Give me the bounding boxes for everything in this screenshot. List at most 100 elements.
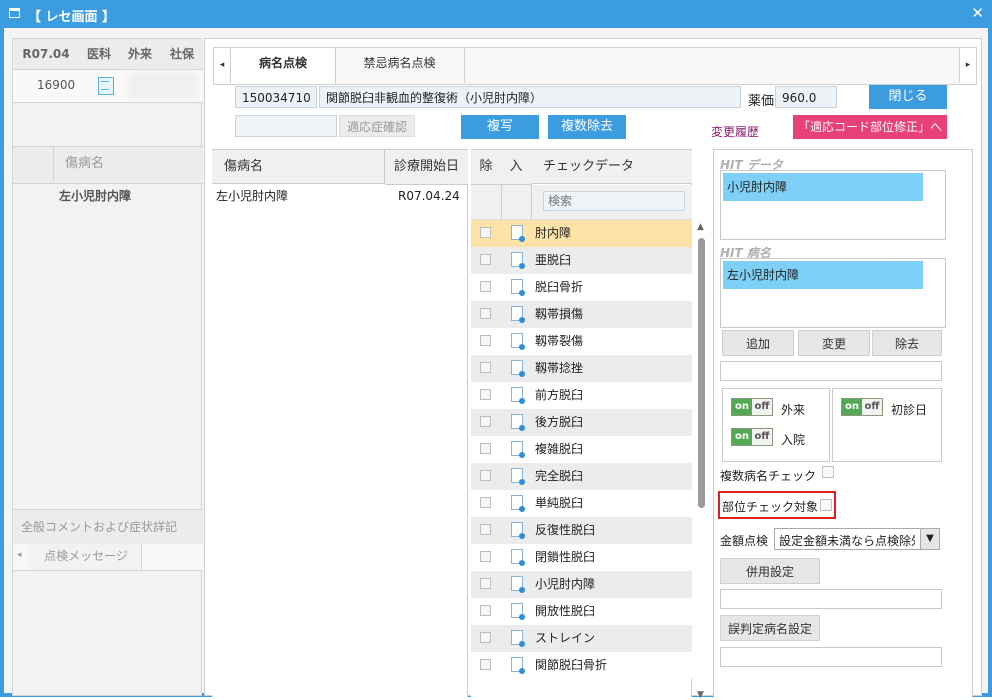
change-history-link[interactable]: 変更履歴 [711,123,759,140]
file-add-icon[interactable] [511,306,525,323]
comment-section[interactable]: 全般コメントおよび症状詳記 [13,509,203,545]
check-row[interactable]: 完全脱臼 [471,463,692,490]
hit-data-item[interactable]: 小児肘内障 [723,173,923,201]
outpatient-toggle[interactable]: on off [731,398,773,416]
file-add-icon[interactable] [511,630,525,647]
check-row[interactable]: 靱帯損傷 [471,301,692,328]
exclude-checkbox[interactable] [480,362,491,373]
file-add-icon[interactable] [511,360,525,377]
close-button[interactable]: 閉じる [869,85,947,109]
check-row[interactable]: 複雑脱臼 [471,436,692,463]
scroll-thumb[interactable] [698,238,705,508]
side-input-3[interactable] [720,647,942,667]
check-row[interactable]: 脱臼骨折 [471,274,692,301]
tab-right-arrow-icon[interactable]: ▸ [959,48,976,83]
tab-left-arrow-icon[interactable]: ◂ [17,550,22,560]
code-field[interactable]: 150034710 [235,86,317,108]
file-add-icon[interactable] [511,387,525,404]
file-add-icon[interactable] [511,225,525,242]
disease-row-name[interactable]: 左小児肘内障 [216,186,386,206]
file-add-icon[interactable] [511,657,525,674]
site-check-checkbox[interactable] [820,499,832,511]
check-row[interactable]: 靱帯捻挫 [471,355,692,382]
chevron-down-icon[interactable]: ▼ [920,529,939,549]
file-add-icon[interactable] [511,549,525,566]
check-row-label: 肘内障 [535,226,572,240]
misjudge-setting-button[interactable]: 誤判定病名設定 [720,615,820,641]
inpatient-toggle[interactable]: on off [731,428,773,446]
remove-button[interactable]: 除去 [872,330,942,356]
file-add-icon[interactable] [511,495,525,512]
file-add-icon[interactable] [511,279,525,296]
first-visit-toggle[interactable]: on off [841,398,883,416]
check-row[interactable]: 亜脱臼 [471,247,692,274]
check-row[interactable]: 閉鎖性脱臼 [471,544,692,571]
tab-message[interactable]: 点検メッセージ [31,544,142,570]
exclude-checkbox[interactable] [480,281,491,292]
tab-contraindication-check[interactable]: 禁忌病名点検 [335,48,465,83]
disease-row-date[interactable]: R07.04.24 [398,186,464,206]
hit-disease-item[interactable]: 左小児肘内障 [723,261,923,289]
exclude-checkbox[interactable] [480,551,491,562]
document-icon[interactable] [98,77,114,95]
exclude-checkbox[interactable] [480,497,491,508]
file-add-icon[interactable] [511,576,525,593]
check-row[interactable]: 開放性脱臼 [471,598,692,625]
start-date-header[interactable]: 診療開始日 [385,150,468,185]
check-row[interactable]: 前方脱臼 [471,382,692,409]
exclude-checkbox[interactable] [480,632,491,643]
close-icon[interactable]: ✕ [971,4,984,22]
check-row[interactable]: 後方脱臼 [471,409,692,436]
exclude-checkbox[interactable] [480,578,491,589]
check-row[interactable]: 肘内障 [471,220,692,247]
check-row[interactable]: 反復性脱臼 [471,517,692,544]
tab-disease-check[interactable]: 病名点検 [231,48,336,84]
combined-setting-button[interactable]: 併用設定 [720,558,820,584]
scroll-up-icon[interactable]: ▲ [697,222,704,232]
price-field[interactable]: 960.0 [775,86,837,108]
side-input-1[interactable] [720,361,942,381]
file-add-icon[interactable] [511,333,525,350]
check-row[interactable]: ストレイン [471,625,692,652]
add-button[interactable]: 追加 [722,330,794,356]
multi-disease-checkbox[interactable] [822,466,834,478]
scroll-down-icon[interactable]: ▼ [697,690,704,700]
multi-remove-button[interactable]: 複数除去 [548,115,626,139]
file-add-icon[interactable] [511,441,525,458]
indication-input[interactable] [235,115,337,137]
fix-code-button[interactable]: 「適応コード部位修正」へ [793,115,947,139]
left-disease-item[interactable]: 左小児肘内障 [59,187,131,204]
copy-button[interactable]: 複写 [461,115,539,139]
check-row-label: 靱帯損傷 [535,307,584,321]
check-row[interactable]: 小児肘内障 [471,571,692,598]
exclude-checkbox[interactable] [480,254,491,265]
file-add-icon[interactable] [511,522,525,539]
exclude-checkbox[interactable] [480,335,491,346]
check-row[interactable]: 単純脱臼 [471,490,692,517]
file-add-icon[interactable] [511,603,525,620]
scrollbar[interactable]: ▲ ▼ [695,222,707,700]
file-add-icon[interactable] [511,468,525,485]
check-row[interactable]: 靱帯裂傷 [471,328,692,355]
amount-check-select[interactable]: 設定金額未満なら点検除外 ▼ [774,528,940,550]
check-row[interactable]: 関節脱臼骨折 [471,652,692,679]
exclude-checkbox[interactable] [480,416,491,427]
indication-check-button[interactable]: 適応症確認 [339,115,415,137]
change-button[interactable]: 変更 [798,330,870,356]
exclude-checkbox[interactable] [480,227,491,238]
exclude-checkbox[interactable] [480,443,491,454]
exclude-checkbox[interactable] [480,308,491,319]
exclude-checkbox[interactable] [480,524,491,535]
tab-strip: ◂ 病名点検 禁忌病名点検 ▸ [213,47,977,85]
exclude-checkbox[interactable] [480,389,491,400]
check-search-input[interactable] [543,191,685,211]
exclude-checkbox[interactable] [480,470,491,481]
file-add-icon[interactable] [511,414,525,431]
file-add-icon[interactable] [511,252,525,269]
exclude-checkbox[interactable] [480,659,491,670]
tab-left-arrow-icon[interactable]: ◂ [214,48,231,83]
exclude-checkbox[interactable] [480,605,491,616]
disease-name-header[interactable]: 傷病名 [212,150,385,184]
side-input-2[interactable] [720,589,942,609]
procedure-name-field[interactable]: 関節脱臼非観血的整復術（小児肘内障） [319,86,741,108]
